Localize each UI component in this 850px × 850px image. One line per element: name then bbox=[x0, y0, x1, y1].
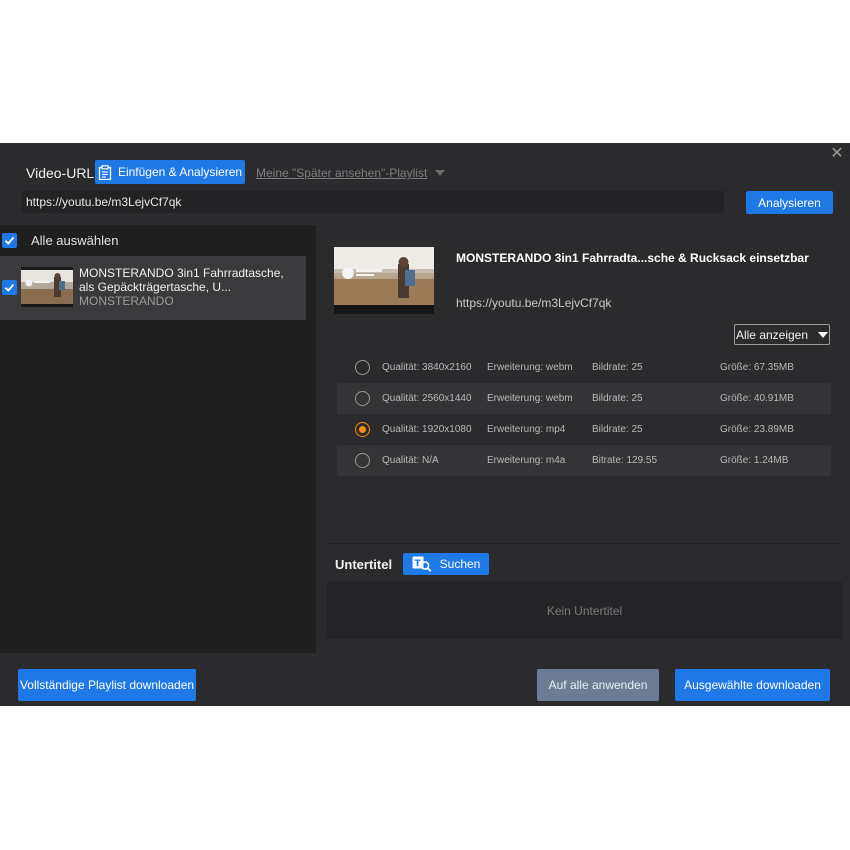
format-filter-label: Alle anzeigen bbox=[735, 327, 809, 342]
format-filter-dropdown[interactable]: Alle anzeigen bbox=[734, 324, 830, 345]
format-quality: Qualität: 3840x2160 bbox=[382, 362, 472, 373]
svg-text:T: T bbox=[414, 559, 421, 569]
format-quality: Qualität: N/A bbox=[382, 455, 439, 466]
format-extension: Erweiterung: m4a bbox=[487, 455, 566, 466]
select-all-row[interactable]: Alle auswählen bbox=[2, 233, 118, 248]
format-extension: Erweiterung: mp4 bbox=[487, 424, 566, 435]
format-row[interactable]: Qualität: 2560x1440 Erweiterung: webm Bi… bbox=[337, 383, 831, 414]
apply-to-all-button[interactable]: Auf alle anwenden bbox=[537, 669, 659, 701]
format-size: Größe: 1.24MB bbox=[720, 455, 789, 466]
format-size: Größe: 23.89MB bbox=[720, 424, 794, 435]
format-extension: Erweiterung: webm bbox=[487, 393, 573, 404]
video-preview-thumbnail bbox=[334, 247, 434, 314]
video-url: https://youtu.be/m3LejvCf7qk bbox=[456, 296, 612, 310]
format-quality: Qualität: 1920x1080 bbox=[382, 424, 472, 435]
subtitle-heading: Untertitel bbox=[335, 557, 393, 572]
video-thumbnail bbox=[21, 267, 73, 307]
watch-later-playlist-link[interactable]: Meine "Später ansehen"-Playlist bbox=[256, 166, 446, 180]
analyze-button[interactable]: Analysieren bbox=[746, 191, 833, 214]
download-playlist-button[interactable]: Vollständige Playlist downloaden bbox=[18, 669, 196, 701]
url-input[interactable] bbox=[22, 191, 724, 213]
select-all-label: Alle auswählen bbox=[31, 233, 119, 248]
item-channel: MONSTERANDO bbox=[79, 294, 174, 308]
check-icon bbox=[4, 236, 15, 245]
analyze-label: Analysieren bbox=[758, 195, 821, 210]
paste-analyze-label: Einfügen & Analysieren bbox=[117, 165, 243, 179]
item-checkbox[interactable] bbox=[2, 280, 17, 295]
format-extension: Erweiterung: webm bbox=[487, 362, 573, 373]
format-rate: Bildrate: 25 bbox=[592, 362, 643, 373]
subtitle-list: Kein Untertitel bbox=[327, 582, 842, 639]
download-playlist-label: Vollständige Playlist downloaden bbox=[19, 678, 195, 692]
download-selected-label: Ausgewählte downloaden bbox=[684, 678, 821, 692]
check-icon bbox=[4, 283, 15, 292]
paste-analyze-button[interactable]: Einfügen & Analysieren bbox=[95, 160, 245, 184]
format-row[interactable]: Qualität: 1920x1080 Erweiterung: mp4 Bil… bbox=[337, 414, 831, 445]
close-icon[interactable]: ✕ bbox=[830, 146, 844, 162]
format-row[interactable]: Qualität: N/A Erweiterung: m4a Bitrate: … bbox=[337, 445, 831, 476]
video-list-panel: Alle auswählen MONSTERANDO 3in1 Fahrradt… bbox=[0, 225, 316, 653]
format-row[interactable]: Qualität: 3840x2160 Erweiterung: webm Bi… bbox=[337, 352, 831, 383]
format-radio[interactable] bbox=[355, 422, 370, 437]
chevron-down-icon bbox=[818, 331, 829, 338]
list-item[interactable]: MONSTERANDO 3in1 Fahrradtasche, als Gepä… bbox=[0, 256, 306, 320]
video-url-label: Video-URL bbox=[26, 165, 95, 181]
item-title: MONSTERANDO 3in1 Fahrradtasche, als Gepä… bbox=[79, 266, 284, 294]
format-radio[interactable] bbox=[355, 453, 370, 468]
format-size: Größe: 67.35MB bbox=[720, 362, 794, 373]
select-all-checkbox[interactable] bbox=[2, 233, 17, 248]
download-selected-button[interactable]: Ausgewählte downloaden bbox=[675, 669, 830, 701]
video-title: MONSTERANDO 3in1 Fahrradta...sche & Ruck… bbox=[456, 251, 809, 265]
footer-bar: Vollständige Playlist downloaden Auf all… bbox=[0, 653, 850, 706]
format-rate: Bildrate: 25 bbox=[592, 424, 643, 435]
clipboard-icon bbox=[98, 164, 112, 180]
subtitle-search-icon: T bbox=[412, 556, 432, 572]
format-radio[interactable] bbox=[355, 391, 370, 406]
format-rate: Bitrate: 129.55 bbox=[592, 455, 658, 466]
chevron-down-icon bbox=[435, 170, 446, 176]
format-radio[interactable] bbox=[355, 360, 370, 375]
divider bbox=[326, 543, 840, 544]
format-size: Größe: 40.91MB bbox=[720, 393, 794, 404]
format-list: Qualität: 3840x2160 Erweiterung: webm Bi… bbox=[337, 352, 831, 476]
watch-later-label: Meine "Später ansehen"-Playlist bbox=[256, 166, 428, 180]
no-subtitle-text: Kein Untertitel bbox=[546, 603, 623, 618]
subtitle-search-button[interactable]: T Suchen bbox=[403, 553, 489, 575]
video-download-dialog: ✕ Video-URL Einfügen & Analysieren Meine… bbox=[0, 143, 850, 706]
format-rate: Bildrate: 25 bbox=[592, 393, 643, 404]
video-detail-panel: MONSTERANDO 3in1 Fahrradta...sche & Ruck… bbox=[326, 225, 850, 653]
format-quality: Qualität: 2560x1440 bbox=[382, 393, 472, 404]
apply-to-all-label: Auf alle anwenden bbox=[548, 678, 648, 692]
subtitle-search-label: Suchen bbox=[439, 557, 481, 571]
